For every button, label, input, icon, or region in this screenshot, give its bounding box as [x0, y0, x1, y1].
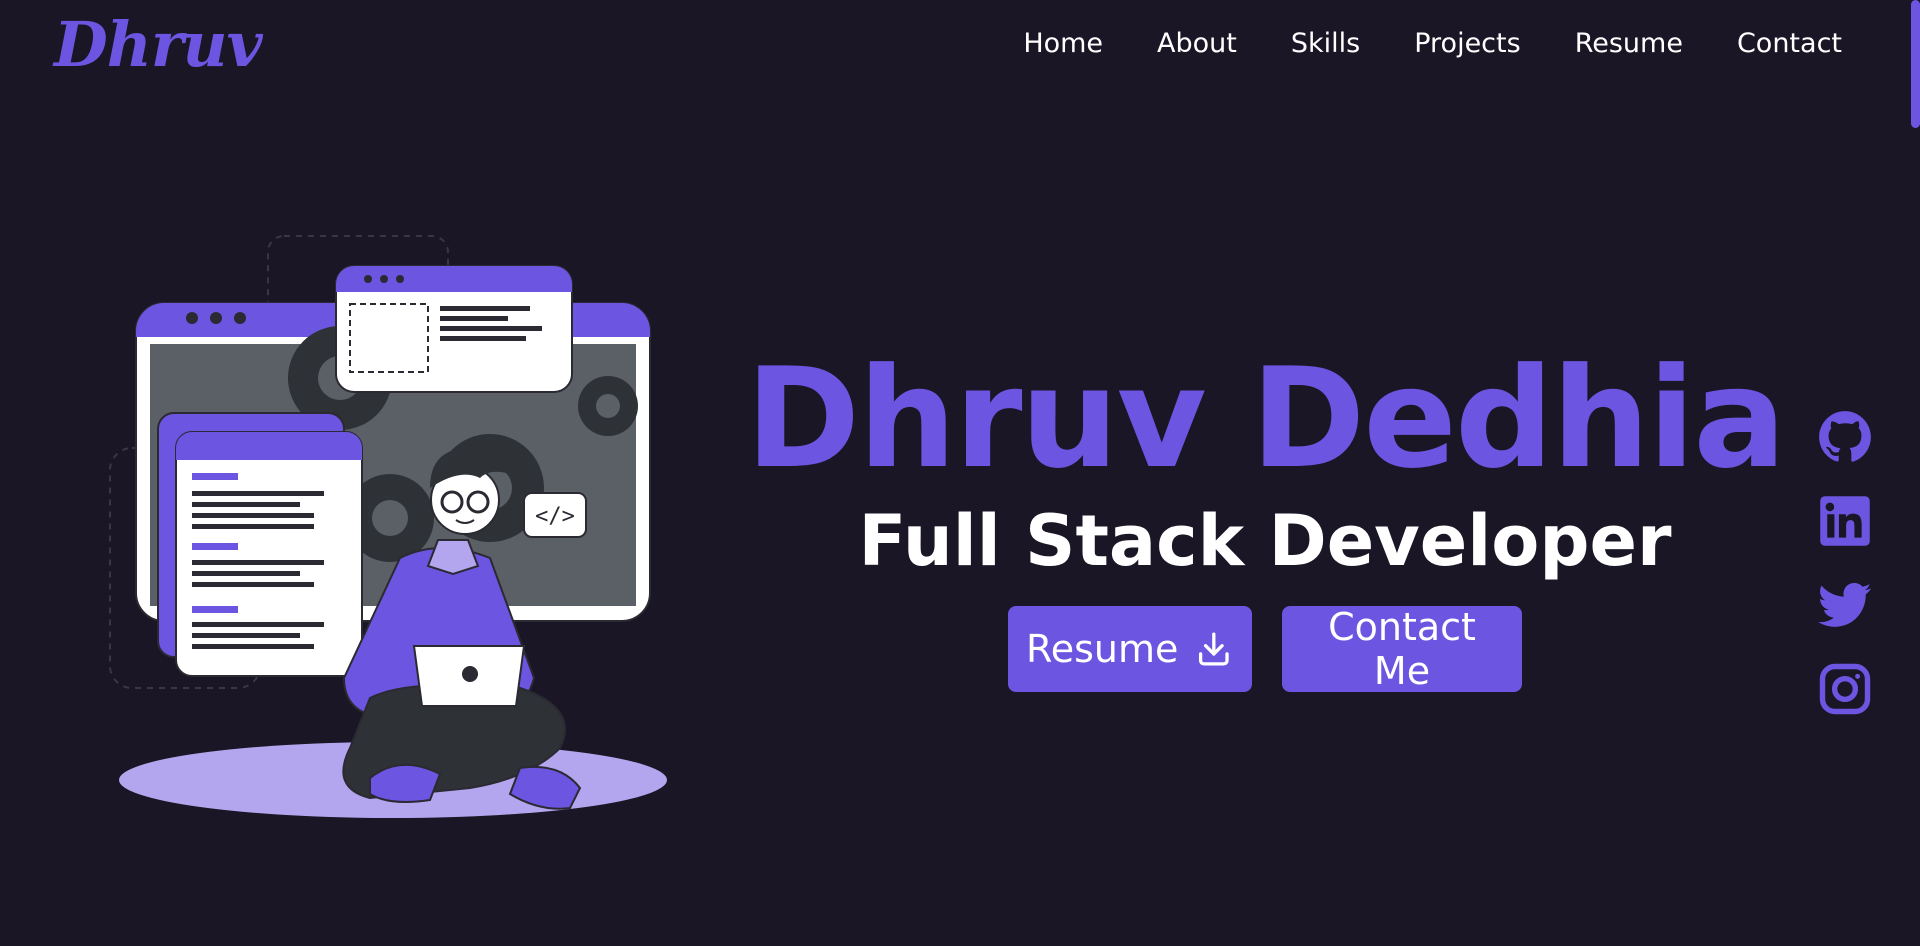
nav-resume[interactable]: Resume — [1575, 28, 1683, 59]
contact-button-label: Contact Me — [1328, 605, 1476, 693]
developer-illustration: </> — [109, 235, 667, 818]
hero-role: Full Stack Developer — [858, 500, 1672, 582]
main-nav: Home About Skills Projects Resume Contac… — [969, 28, 1842, 59]
resume-button[interactable]: Resume — [1008, 606, 1252, 692]
scrollbar-thumb[interactable] — [1911, 0, 1920, 128]
github-icon — [1819, 411, 1871, 462]
hero-buttons: Resume Contact Me — [740, 605, 1790, 693]
instagram-icon — [1819, 663, 1871, 715]
download-icon — [1199, 632, 1230, 666]
nav-contact[interactable]: Contact — [1737, 28, 1842, 59]
nav-skills[interactable]: Skills — [1291, 28, 1360, 59]
linkedin-icon — [1820, 496, 1870, 546]
site-logo[interactable]: Dhruv — [54, 8, 263, 81]
hero-name: Dhruv Dedhia — [745, 338, 1787, 499]
social-links — [1818, 410, 1872, 716]
twitter-link[interactable] — [1818, 578, 1872, 632]
twitter-icon — [1818, 582, 1872, 627]
code-tag-text: </> — [535, 504, 575, 529]
github-link[interactable] — [1818, 410, 1872, 464]
hero-section: Dhruv Dedhia Full Stack Developer Resume… — [740, 338, 1790, 694]
nav-about[interactable]: About — [1157, 28, 1237, 59]
instagram-link[interactable] — [1818, 662, 1872, 716]
nav-projects[interactable]: Projects — [1414, 28, 1520, 59]
linkedin-link[interactable] — [1818, 494, 1872, 548]
resume-button-label: Resume — [1026, 627, 1179, 671]
contact-me-button[interactable]: Contact Me — [1282, 605, 1522, 693]
nav-home[interactable]: Home — [1023, 28, 1103, 59]
